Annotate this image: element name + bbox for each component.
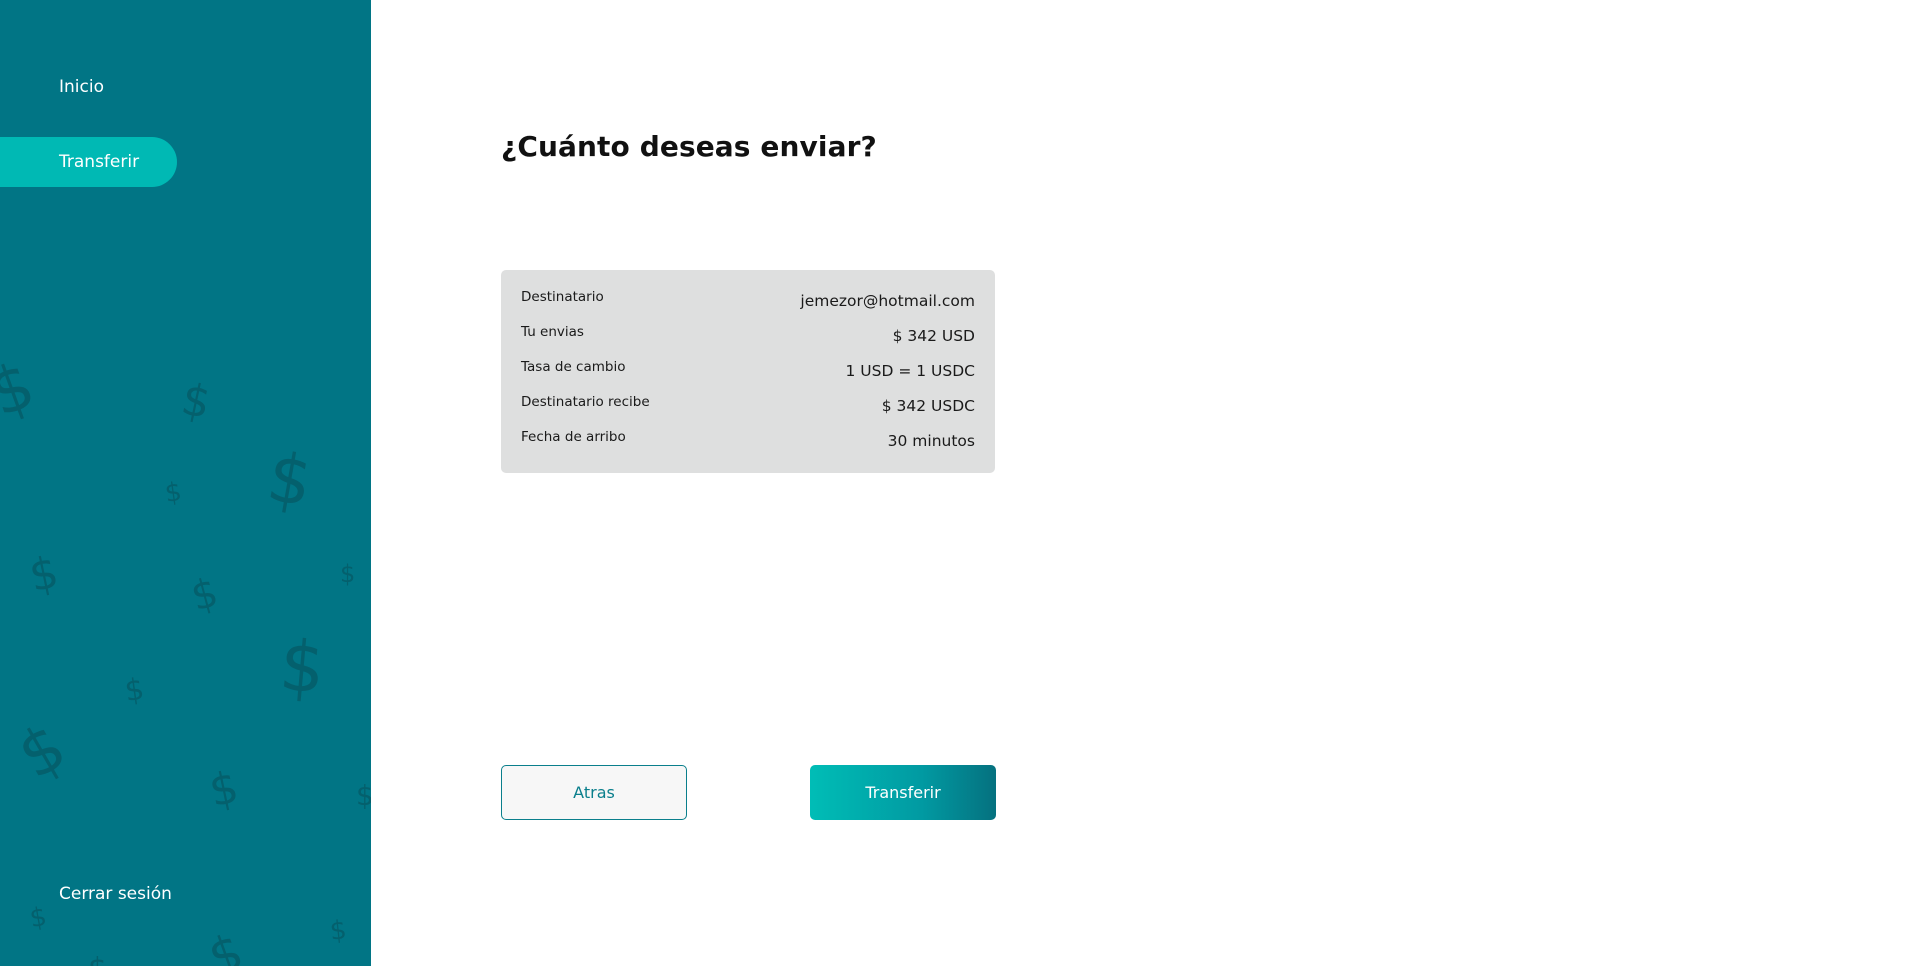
dollar-sign-icon: $: [6, 709, 79, 795]
back-button[interactable]: Atras: [501, 765, 687, 820]
summary-row-exchange-rate: Tasa de cambio 1 USD = 1 USDC: [521, 354, 975, 389]
dollar-sign-icon: $: [24, 546, 63, 603]
summary-value: jemezor@hotmail.com: [800, 292, 975, 310]
summary-row-received-amount: Destinatario recibe $ 342 USDC: [521, 389, 975, 424]
sidebar-item-label: Transferir: [59, 152, 140, 172]
summary-value: $ 342 USDC: [881, 397, 975, 415]
dollar-sign-icon: $: [356, 779, 371, 812]
page-title: ¿Cuánto deseas enviar?: [501, 130, 877, 163]
summary-row-sent-amount: Tu envias $ 342 USD: [521, 319, 975, 354]
dollar-sign-icon: $: [122, 671, 147, 710]
transfer-summary-card: Destinatario jemezor@hotmail.com Tu envi…: [501, 270, 995, 473]
dollar-sign-icon: $: [276, 624, 329, 710]
summary-label: Tasa de cambio: [521, 359, 626, 375]
dollar-sign-icon: $: [177, 373, 216, 430]
summary-row-recipient: Destinatario jemezor@hotmail.com: [521, 284, 975, 319]
dollar-sign-icon: $: [328, 915, 349, 947]
dollar-sign-icon: $: [201, 922, 251, 966]
summary-row-arrival-time: Fecha de arribo 30 minutos: [521, 424, 975, 459]
dollar-sign-icon: $: [88, 955, 107, 966]
sidebar-item-inicio[interactable]: Inicio: [0, 62, 177, 112]
dollar-sign-icon: $: [186, 569, 223, 621]
summary-label: Fecha de arribo: [521, 429, 626, 445]
dollar-sign-icon: $: [261, 437, 318, 524]
sidebar-item-label: Inicio: [59, 77, 104, 97]
main-content: ¿Cuánto deseas enviar? Destinatario jeme…: [371, 0, 1909, 966]
summary-label: Destinatario recibe: [521, 394, 650, 410]
logout-link[interactable]: Cerrar sesión: [0, 869, 200, 919]
sidebar-item-transferir[interactable]: Transferir: [0, 137, 177, 187]
dollar-sign-icon: $: [162, 476, 184, 510]
dollar-sign-icon: $: [204, 761, 243, 818]
dollar-sign-icon: $: [340, 560, 356, 588]
dollar-sign-icon: $: [0, 348, 45, 432]
summary-value: $ 342 USD: [892, 327, 975, 345]
summary-value: 30 minutos: [887, 432, 975, 450]
transfer-button[interactable]: Transferir: [810, 765, 996, 820]
sidebar: $ $ $ $ $ $ $ $ $ $ $ $ $ $ $ $ Inicio T…: [0, 0, 371, 966]
summary-label: Destinatario: [521, 289, 604, 305]
logout-label: Cerrar sesión: [59, 884, 172, 904]
summary-value: 1 USD = 1 USDC: [845, 362, 975, 380]
summary-label: Tu envias: [521, 324, 584, 340]
